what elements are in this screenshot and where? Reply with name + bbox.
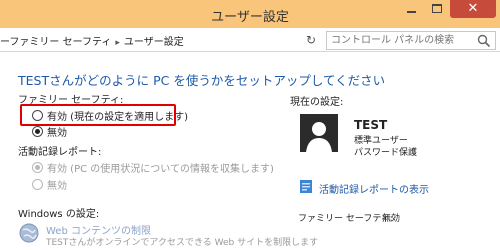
windows-settings-label: Windows の設定: — [18, 209, 100, 220]
current-settings-label: 現在の設定: — [290, 97, 344, 108]
family-safety-off-radio[interactable] — [32, 126, 43, 137]
maximize-button[interactable] — [424, 0, 450, 18]
user-avatar-icon — [300, 114, 338, 152]
breadcrumb: ーファミリー セーフティ ▸ ユーザー設定 — [0, 33, 184, 48]
user-password-status: パスワード保護 — [354, 148, 418, 158]
breadcrumb-item-family-safety[interactable]: ーファミリー セーフティ — [0, 37, 111, 48]
minimize-button[interactable] — [398, 0, 424, 18]
user-name: TEST — [354, 118, 388, 132]
refresh-button[interactable]: ↻ — [302, 31, 320, 49]
globe-icon — [19, 223, 39, 243]
activity-report-icon — [300, 180, 312, 193]
family-safety-status-value: 無効 — [382, 214, 401, 224]
refresh-icon: ↻ — [305, 33, 317, 47]
activity-report-on-radio[interactable] — [32, 162, 43, 173]
breadcrumb-separator-icon[interactable]: ▸ — [115, 38, 120, 48]
maximize-icon — [432, 4, 442, 13]
family-safety-off-label[interactable]: 無効 — [47, 124, 67, 139]
family-safety-status-label: ファミリー セーフティ: — [298, 214, 393, 224]
web-content-restriction-desc: TESTさんがオンラインでアクセスできる Web サイトを制限します — [46, 238, 319, 248]
activity-report-off-label[interactable]: 無効 — [47, 177, 67, 192]
close-icon: ✕ — [467, 1, 479, 16]
search-input[interactable] — [331, 33, 471, 48]
search-box[interactable] — [326, 31, 496, 50]
page-heading: TESTさんがどのように PC を使うかをセットアップしてください — [18, 73, 386, 88]
search-icon[interactable] — [477, 34, 491, 48]
close-button[interactable]: ✕ — [450, 0, 496, 18]
view-activity-report-link[interactable]: 活動記録レポートの表示 — [319, 181, 429, 196]
activity-report-on-label[interactable]: 有効 (PC の使用状況についての情報を収集します) — [47, 160, 274, 175]
breadcrumb-item-user-settings[interactable]: ユーザー設定 — [124, 37, 184, 48]
minimize-icon — [407, 11, 416, 13]
activity-report-off-radio[interactable] — [32, 179, 43, 190]
highlight-box — [20, 104, 176, 126]
activity-report-label: 活動記録レポート: — [18, 147, 102, 158]
